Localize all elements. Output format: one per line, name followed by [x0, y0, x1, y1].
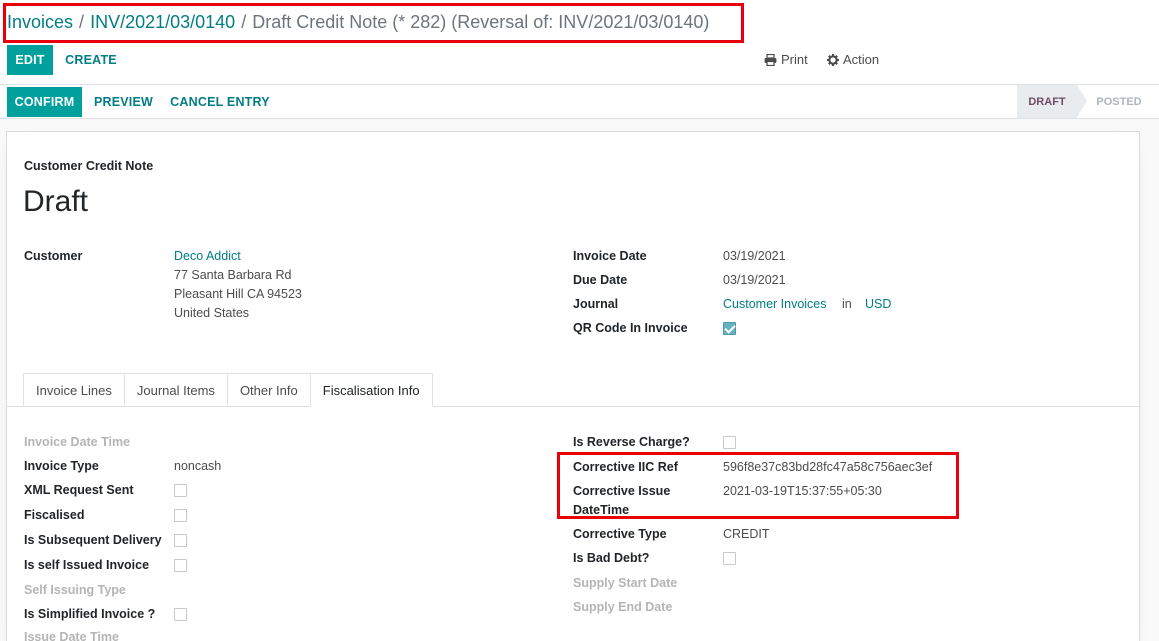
simplified-invoice-label: Is Simplified Invoice ?: [24, 607, 156, 621]
tab-other-info[interactable]: Other Info: [226, 373, 310, 407]
supply-end-date-label: Supply End Date: [573, 600, 673, 614]
confirm-button[interactable]: CONFIRM: [7, 87, 82, 117]
customer-country: United States: [174, 306, 250, 320]
journal-link[interactable]: Customer Invoices: [723, 297, 827, 311]
supply-start-date-label: Supply Start Date: [573, 576, 678, 590]
invoice-datetime-label: Invoice Date Time: [24, 435, 131, 449]
print-dropdown[interactable]: Print: [764, 52, 808, 67]
issue-datetime-label: Issue Date Time: [24, 630, 119, 641]
invoice-date-label: Invoice Date: [573, 249, 647, 263]
tab-invoice-lines[interactable]: Invoice Lines: [23, 373, 124, 407]
qr-code-label: QR Code In Invoice: [573, 321, 688, 335]
reverse-charge-checkbox[interactable]: [723, 436, 736, 449]
tab-fiscalisation-info[interactable]: Fiscalisation Info: [309, 373, 433, 407]
journal-label: Journal: [573, 297, 619, 311]
corrective-type-label: Corrective Type: [573, 527, 667, 541]
print-label: Print: [781, 52, 808, 67]
fiscalised-checkbox[interactable]: [174, 509, 187, 522]
corrective-fields-highlight-box: [557, 452, 959, 519]
bad-debt-label: Is Bad Debt?: [573, 551, 650, 565]
gear-icon: [827, 53, 839, 66]
customer-link[interactable]: Deco Addict: [174, 249, 241, 263]
statusbar: CONFIRM PREVIEW CANCEL ENTRY DRAFT POSTE…: [0, 85, 1159, 119]
qr-code-checkbox[interactable]: [723, 322, 736, 335]
corrective-type-value: CREDIT: [723, 527, 770, 541]
customer-address-line1: 77 Santa Barbara Rd: [174, 268, 292, 282]
printer-icon: [764, 53, 777, 66]
due-date-value: 03/19/2021: [723, 273, 786, 287]
reverse-charge-label: Is Reverse Charge?: [573, 435, 690, 449]
xml-request-sent-label: XML Request Sent: [24, 483, 134, 497]
self-issuing-type-label: Self Issuing Type: [24, 583, 126, 597]
simplified-invoice-checkbox[interactable]: [174, 608, 187, 621]
invoice-type-value: noncash: [174, 459, 222, 473]
form-sheet: Customer Credit Note Draft Customer Deco…: [6, 131, 1140, 641]
document-type: Customer Credit Note: [24, 159, 154, 173]
self-issued-label: Is self Issued Invoice: [24, 558, 150, 572]
action-label: Action: [843, 52, 880, 67]
create-button[interactable]: CREATE: [61, 45, 121, 75]
tab-journal-items[interactable]: Journal Items: [123, 373, 227, 407]
customer-address-line2: Pleasant Hill CA 94523: [174, 287, 302, 301]
currency-link[interactable]: USD: [865, 297, 891, 311]
invoice-date-value: 03/19/2021: [723, 249, 786, 263]
fiscalised-label: Fiscalised: [24, 508, 85, 522]
notebook-tabs: Invoice Lines Journal Items Other Info F…: [23, 373, 433, 407]
status-arrow: [1077, 85, 1087, 117]
bad-debt-checkbox[interactable]: [723, 552, 736, 565]
customer-label: Customer: [24, 249, 83, 263]
self-issued-checkbox[interactable]: [174, 559, 187, 572]
status-stage-draft: DRAFT: [1017, 85, 1077, 118]
breadcrumb-highlight-box: [3, 3, 744, 43]
xml-request-sent-checkbox[interactable]: [174, 484, 187, 497]
status-stage-posted[interactable]: POSTED: [1087, 85, 1151, 118]
subsequent-delivery-checkbox[interactable]: [174, 534, 187, 547]
preview-button[interactable]: PREVIEW: [90, 87, 157, 117]
cancel-entry-button[interactable]: CANCEL ENTRY: [167, 87, 273, 117]
invoice-type-label: Invoice Type: [24, 459, 99, 473]
action-dropdown[interactable]: Action: [827, 52, 879, 67]
edit-button[interactable]: EDIT: [7, 45, 53, 75]
due-date-label: Due Date: [573, 273, 628, 287]
control-panel: Invoices / INV/2021/03/0140/Draft Credit N…: [0, 0, 1159, 85]
subsequent-delivery-label: Is Subsequent Delivery: [24, 533, 162, 547]
journal-in-text: in: [842, 297, 852, 311]
document-name: Draft: [23, 185, 89, 218]
